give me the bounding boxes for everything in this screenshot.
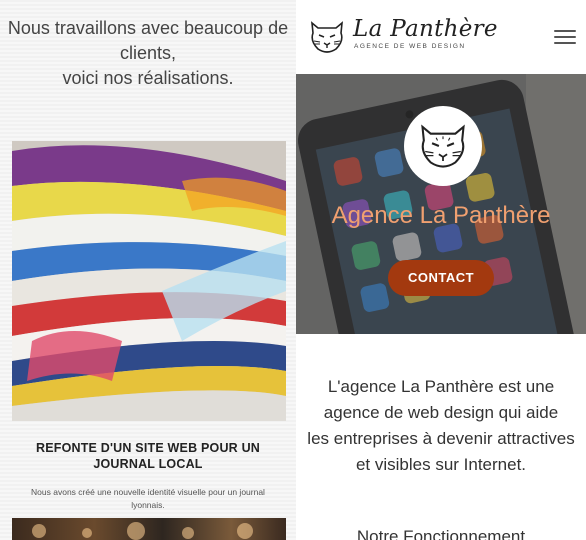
- hero-banner: Agence La Panthère CONTACT: [296, 74, 586, 334]
- panther-head-icon: [404, 106, 482, 186]
- intro-line: Nous travaillons avec beaucoup de: [7, 18, 289, 38]
- about-line: L'agence La Panthère est une: [327, 377, 555, 396]
- project-title: REFONTE D'UN SITE WEB POUR UN JOURNAL LO…: [35, 441, 261, 471]
- portfolio-intro: Nous travaillons avec beaucoup de client…: [6, 16, 290, 91]
- intro-line: clients,: [119, 43, 177, 63]
- project-description: Nous avons créé une nouvelle identité vi…: [31, 487, 265, 510]
- logo-subtitle: AGENCE DE WEB DESIGN: [354, 43, 466, 50]
- about-line: agence de web design qui aide: [323, 403, 559, 422]
- navbar: La Panthère AGENCE DE WEB DESIGN: [296, 0, 586, 74]
- next-project-photo[interactable]: [12, 518, 286, 540]
- about-line: les entreprises à devenir attractives: [307, 429, 575, 448]
- panther-head-icon[interactable]: [308, 19, 346, 55]
- contact-button[interactable]: CONTACT: [388, 260, 494, 296]
- magazines-photo[interactable]: [12, 141, 286, 421]
- intro-line: voici nos réalisations.: [62, 68, 234, 88]
- portfolio-panel: Nous travaillons avec beaucoup de client…: [0, 0, 296, 540]
- logo-title[interactable]: La Panthère: [353, 16, 498, 42]
- hero-title: Agence La Panthère: [331, 202, 551, 229]
- hamburger-menu-icon[interactable]: [554, 30, 576, 46]
- about-line: et visibles sur Internet.: [355, 455, 527, 474]
- homepage-panel: La Panthère AGENCE DE WEB DESIGN Agence …: [296, 0, 586, 540]
- section-heading: Notre Fonctionnement: [356, 527, 526, 540]
- about-text: L'agence La Panthère est une agence de w…: [296, 374, 586, 478]
- magazines-stack-illustration: [12, 141, 286, 421]
